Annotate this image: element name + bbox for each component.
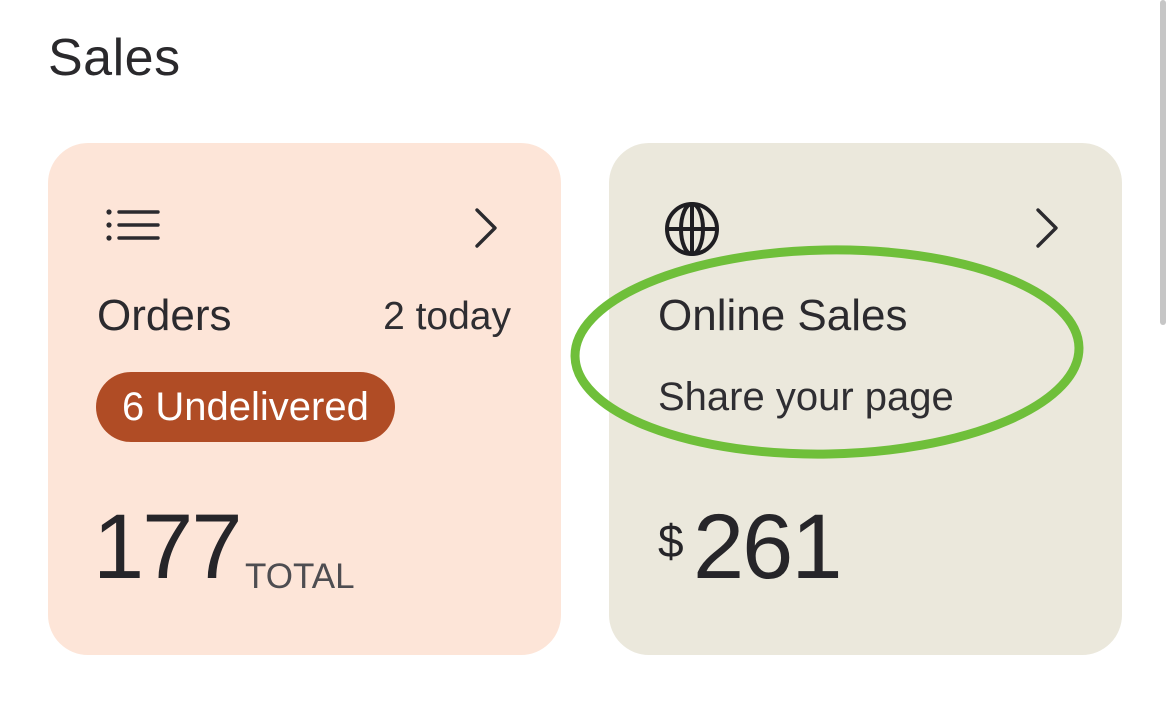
chevron-right-icon[interactable] xyxy=(473,206,499,250)
undelivered-badge[interactable]: 6 Undelivered xyxy=(96,372,395,442)
online-sales-title: Online Sales xyxy=(658,291,908,340)
orders-today-count: 2 today xyxy=(383,295,511,338)
list-icon xyxy=(106,209,160,241)
online-sales-amount: 261 xyxy=(693,496,842,598)
orders-card[interactable]: Orders 2 today 6 Undelivered 177 TOTAL xyxy=(48,143,561,655)
scrollbar[interactable] xyxy=(1160,0,1166,325)
online-sales-card[interactable]: Online Sales Share your page $ 261 xyxy=(609,143,1122,655)
orders-total-label: TOTAL xyxy=(245,557,355,596)
currency-symbol: $ xyxy=(658,515,684,567)
page-title: Sales xyxy=(48,29,181,87)
orders-title: Orders xyxy=(97,291,232,340)
share-page-link[interactable]: Share your page xyxy=(658,375,954,420)
chevron-right-icon[interactable] xyxy=(1034,206,1060,250)
orders-total-value: 177 xyxy=(93,496,242,598)
globe-icon xyxy=(665,202,719,256)
